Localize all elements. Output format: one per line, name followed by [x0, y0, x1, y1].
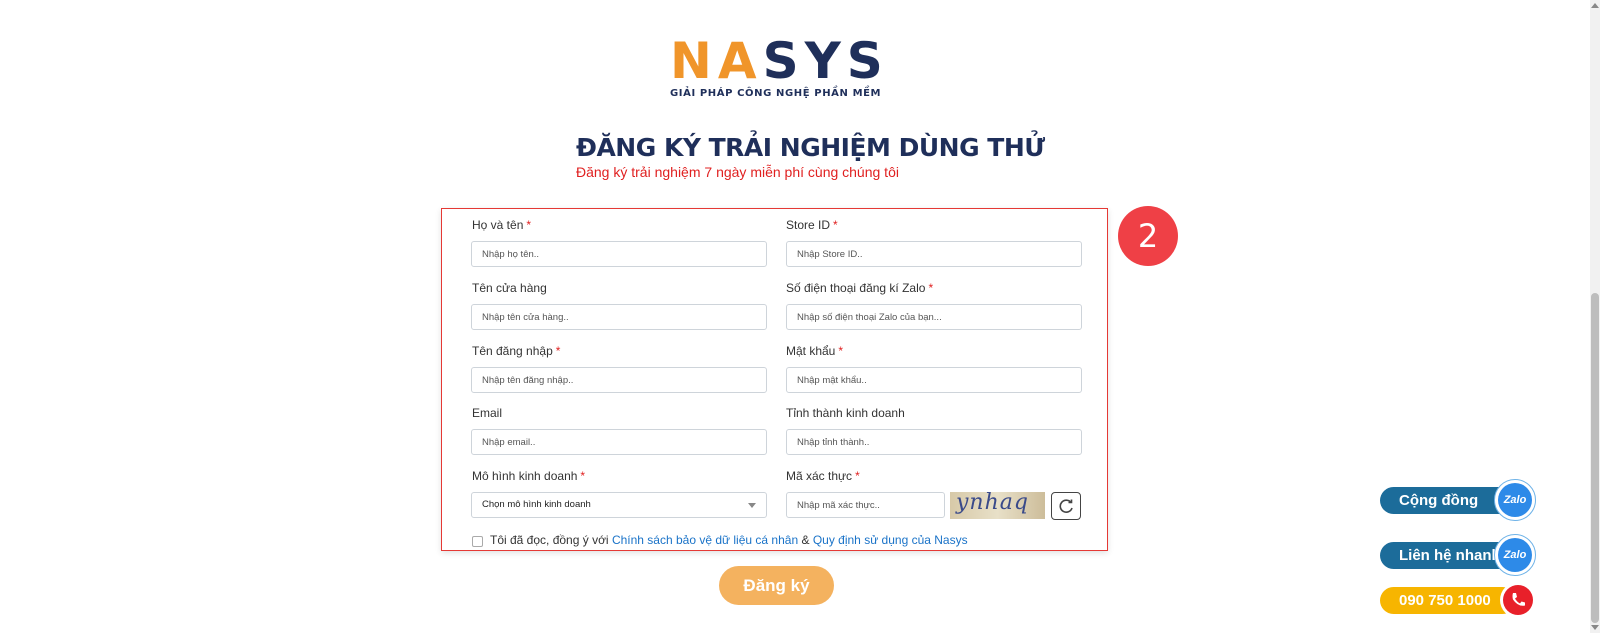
logo-letter: S [762, 32, 805, 90]
zalo-icon-text: Zalo [1498, 483, 1532, 517]
captcha-input[interactable] [786, 492, 945, 518]
chevron-down-icon [748, 503, 756, 508]
province-input[interactable] [786, 429, 1082, 455]
logo-letter: A [717, 32, 763, 90]
hotline-button[interactable]: 090 750 1000 [1380, 587, 1516, 614]
full-name-label: Họ và tên * [472, 218, 532, 232]
community-label: Cộng đồng [1399, 492, 1479, 509]
username-input[interactable] [471, 367, 767, 393]
business-model-select[interactable]: Chọn mô hình kinh doanh [471, 492, 767, 518]
zalo-phone-input[interactable] [786, 304, 1082, 330]
business-model-label: Mô hình kinh doanh * [472, 469, 586, 483]
password-input[interactable] [786, 367, 1082, 393]
province-label: Tỉnh thành kinh doanh [786, 406, 905, 420]
refresh-icon [1059, 499, 1073, 513]
captcha-label: Mã xác thực * [786, 469, 860, 483]
agreement-text: Tôi đã đọc, đồng ý với Chính sách bảo vệ… [490, 533, 968, 547]
password-label: Mật khẩu * [786, 344, 844, 358]
zalo-icon[interactable]: Zalo [1494, 479, 1536, 521]
logo-letter: N [670, 32, 718, 90]
quick-contact-label: Liên hệ nhanh [1399, 547, 1501, 564]
scroll-up-icon[interactable] [1591, 3, 1599, 8]
step-badge: 2 [1118, 206, 1178, 266]
terms-link[interactable]: Quy định sử dụng của Nasys [813, 533, 968, 547]
agreement-prefix: Tôi đã đọc, đồng ý với [490, 533, 609, 547]
zalo-icon-text: Zalo [1498, 538, 1532, 572]
hotline-number: 090 750 1000 [1399, 592, 1491, 609]
email-label: Email [472, 406, 503, 420]
email-input[interactable] [471, 429, 767, 455]
logo-tagline: GIẢI PHÁP CÔNG NGHỆ PHẦN MỀM [670, 88, 882, 99]
phone-handset-icon [1512, 593, 1525, 606]
page-scrollbar[interactable] [1590, 0, 1600, 633]
zalo-phone-label: Số điện thoại đăng kí Zalo * [786, 281, 934, 295]
captcha-text: ynhaq [956, 492, 1029, 515]
business-model-selected: Chọn mô hình kinh doanh [482, 499, 591, 510]
captcha-refresh-button[interactable] [1051, 492, 1081, 520]
privacy-policy-link[interactable]: Chính sách bảo vệ dữ liệu cá nhân [612, 533, 798, 547]
agreement-joiner: & [801, 533, 810, 547]
logo-wordmark: NASYS [670, 36, 890, 86]
page-title: ĐĂNG KÝ TRẢI NGHIỆM DÙNG THỬ [576, 133, 1045, 162]
scroll-down-icon[interactable] [1591, 625, 1599, 630]
username-label: Tên đăng nhập * [472, 344, 561, 358]
store-id-label: Store ID * [786, 218, 838, 232]
phone-icon-inner [1503, 585, 1533, 615]
nasys-logo[interactable]: NASYS GIẢI PHÁP CÔNG NGHỆ PHẦN MỀM [670, 36, 890, 102]
store-id-input[interactable] [786, 241, 1082, 267]
phone-icon[interactable] [1500, 582, 1536, 618]
register-button[interactable]: Đăng ký [719, 566, 834, 605]
agreement-checkbox[interactable] [472, 536, 483, 547]
store-name-input[interactable] [471, 304, 767, 330]
logo-letter: Y [804, 32, 847, 90]
zalo-icon[interactable]: Zalo [1494, 534, 1536, 576]
captcha-image: ynhaq [950, 492, 1045, 519]
store-name-label: Tên cửa hàng [472, 281, 547, 295]
logo-letter: S [846, 32, 889, 90]
scrollbar-thumb[interactable] [1591, 293, 1599, 623]
page-subtitle: Đăng ký trải nghiệm 7 ngày miễn phí cùng… [576, 164, 899, 180]
full-name-input[interactable] [471, 241, 767, 267]
